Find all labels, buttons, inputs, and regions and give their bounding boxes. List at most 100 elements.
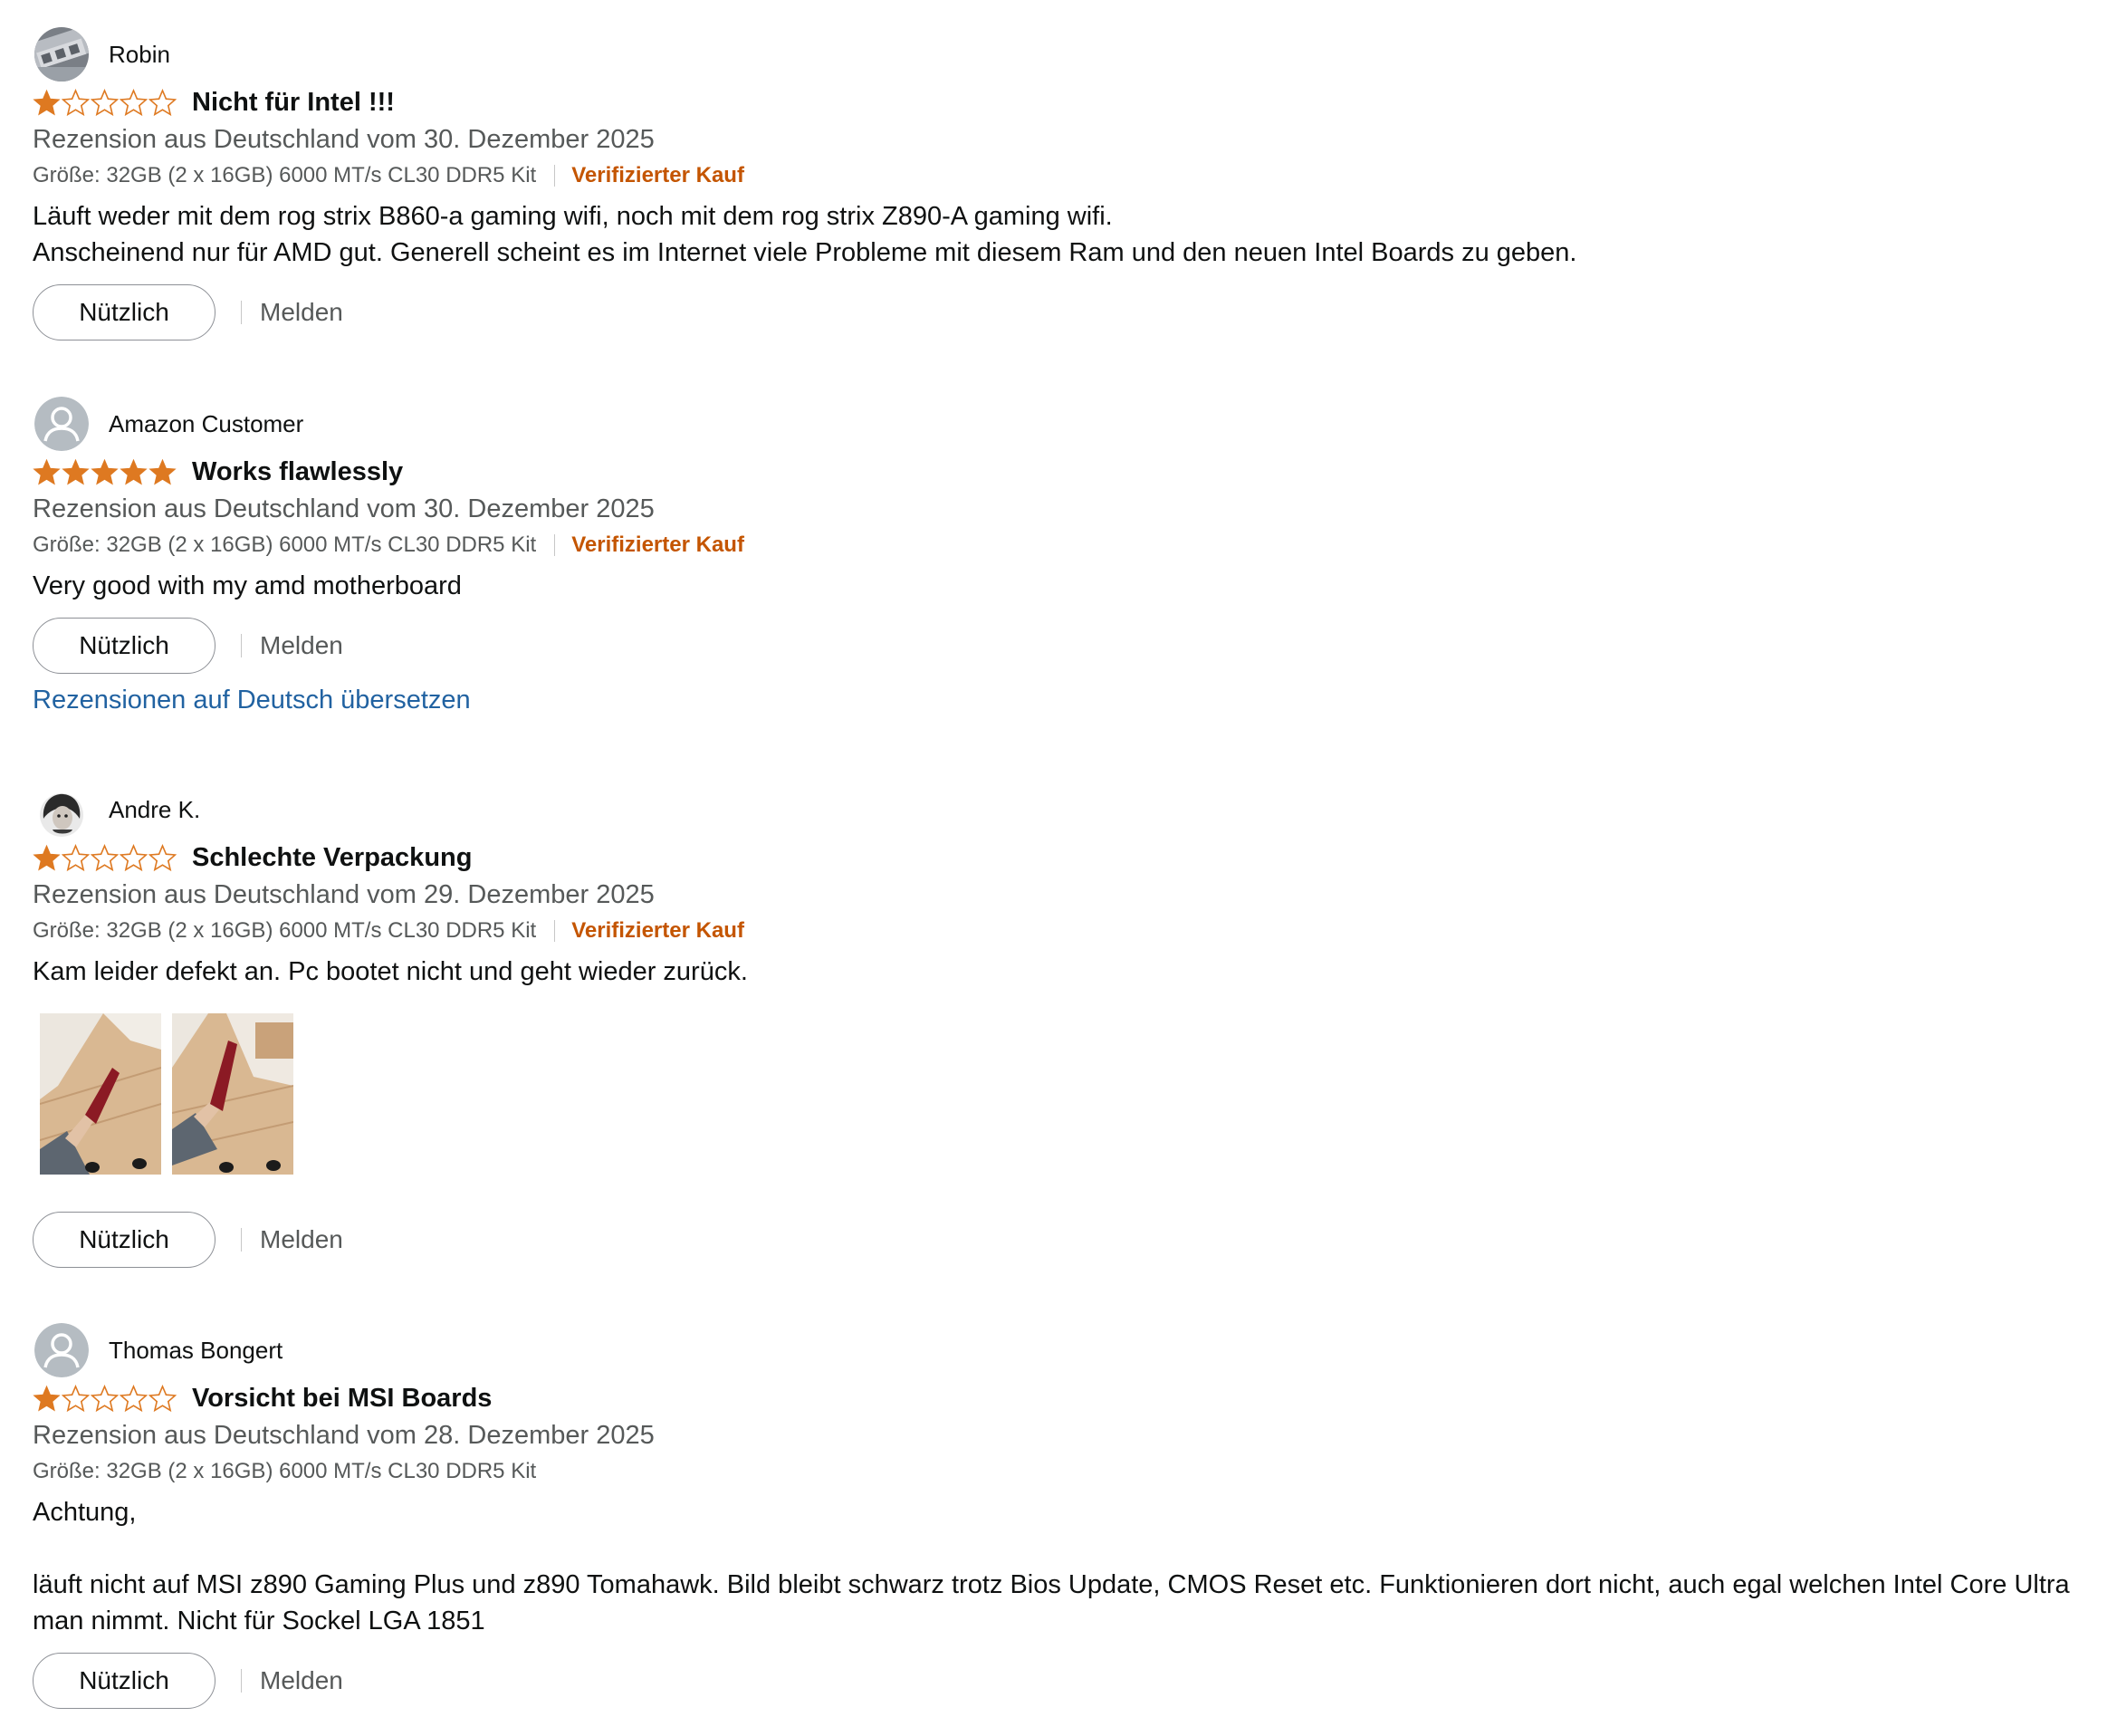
review-format-row: Größe: 32GB (2 x 16GB) 6000 MT/s CL30 DD…: [33, 528, 2088, 562]
star-empty-icon: [62, 1384, 90, 1412]
review-format-row: Größe: 32GB (2 x 16GB) 6000 MT/s CL30 DD…: [33, 158, 2088, 193]
default-user-icon: [34, 1323, 89, 1377]
star-filled-icon: [62, 458, 90, 484]
reviewer-profile[interactable]: Amazon Customer: [33, 395, 2088, 453]
review-title[interactable]: Vorsicht bei MSI Boards: [192, 1384, 492, 1414]
review-item: Amazon Customer Works flawlessly Rezensi…: [33, 395, 2088, 731]
product-format[interactable]: Größe: 32GB (2 x 16GB) 6000 MT/s CL30 DD…: [33, 918, 536, 944]
star-filled-icon: [148, 458, 177, 484]
star-filled-icon: [33, 458, 61, 484]
star-empty-icon: [120, 88, 148, 116]
review-title[interactable]: Works flawlessly: [192, 457, 403, 487]
product-format[interactable]: Größe: 32GB (2 x 16GB) 6000 MT/s CL30 DD…: [33, 1459, 536, 1484]
review-date: Rezension aus Deutschland vom 30. Dezemb…: [33, 125, 655, 154]
review-actions: Nützlich Melden: [33, 283, 2088, 341]
star-empty-icon: [120, 1384, 148, 1412]
report-link[interactable]: Melden: [260, 298, 343, 327]
avatar: [34, 27, 89, 82]
star-filled-icon: [120, 458, 148, 484]
helpful-button[interactable]: Nützlich: [33, 284, 215, 340]
star-rating[interactable]: [33, 458, 177, 486]
avatar: [34, 782, 89, 837]
verified-purchase-badge: Verifizierter Kauf: [571, 532, 744, 557]
review-title-row: Vorsicht bei MSI Boards: [33, 1380, 2088, 1416]
star-empty-icon: [148, 1384, 177, 1412]
review-body-line: Anscheinend nur für AMD gut. Generell sc…: [33, 238, 1577, 267]
divider: [554, 534, 556, 556]
reviewer-profile[interactable]: Thomas Bongert: [33, 1321, 2088, 1379]
review-title-row: Works flawlessly: [33, 454, 2088, 490]
report-link[interactable]: Melden: [260, 1666, 343, 1695]
star-rating[interactable]: [33, 843, 177, 872]
star-filled-icon: [33, 89, 61, 115]
verified-purchase-badge: Verifizierter Kauf: [571, 163, 744, 187]
reviewer-name: Thomas Bongert: [109, 1336, 283, 1364]
divider: [554, 920, 556, 942]
star-empty-icon: [62, 88, 90, 116]
star-rating[interactable]: [33, 1384, 177, 1413]
review-image-thumbnail[interactable]: [172, 1013, 293, 1175]
review-item: Robin Nicht für Intel !!! Rezension aus …: [33, 0, 2088, 367]
star-filled-icon: [33, 1385, 61, 1411]
star-empty-icon: [91, 88, 119, 116]
product-format[interactable]: Größe: 32GB (2 x 16GB) 6000 MT/s CL30 DD…: [33, 163, 536, 188]
divider: [241, 1228, 242, 1252]
avatar: [34, 1323, 89, 1377]
review-date: Rezension aus Deutschland vom 30. Dezemb…: [33, 494, 655, 523]
review-title-row: Schlechte Verpackung: [33, 839, 2088, 876]
review-body: Very good with my amd motherboard: [33, 568, 2088, 604]
review-body-line: Läuft weder mit dem rog strix B860-a gam…: [33, 202, 1113, 231]
review-actions: Nützlich Melden: [33, 617, 2088, 675]
star-empty-icon: [148, 88, 177, 116]
review-body: Kam leider defekt an. Pc bootet nicht un…: [33, 954, 2088, 990]
review-title[interactable]: Nicht für Intel !!!: [192, 88, 395, 118]
review-body-line: Kam leider defekt an. Pc bootet nicht un…: [33, 957, 748, 986]
divider: [554, 165, 556, 187]
review-body-line: Achtung,: [33, 1498, 137, 1527]
reviewer-name: Robin: [109, 40, 170, 68]
reviewer-profile[interactable]: Robin: [33, 25, 2088, 83]
star-empty-icon: [120, 843, 148, 871]
product-format[interactable]: Größe: 32GB (2 x 16GB) 6000 MT/s CL30 DD…: [33, 532, 536, 558]
report-link[interactable]: Melden: [260, 631, 343, 660]
review-body: Achtung, läuft nicht auf MSI z890 Gaming…: [33, 1494, 2088, 1639]
review-date: Rezension aus Deutschland vom 28. Dezemb…: [33, 1421, 655, 1450]
review-actions: Nützlich Melden: [33, 1211, 2088, 1269]
helpful-button[interactable]: Nützlich: [33, 1212, 215, 1268]
star-empty-icon: [148, 843, 177, 871]
review-actions: Nützlich Melden: [33, 1652, 2088, 1710]
reviews-list: Robin Nicht für Intel !!! Rezension aus …: [33, 0, 2088, 1709]
review-format-row: Größe: 32GB (2 x 16GB) 6000 MT/s CL30 DD…: [33, 914, 2088, 948]
avatar: [34, 397, 89, 451]
profile-photo-icon: [34, 782, 89, 837]
divider: [241, 634, 242, 657]
report-link[interactable]: Melden: [260, 1225, 343, 1254]
review-body: Läuft weder mit dem rog strix B860-a gam…: [33, 198, 2088, 271]
reviewer-name: Amazon Customer: [109, 409, 304, 437]
profile-photo-icon: [34, 27, 89, 82]
star-empty-icon: [91, 1384, 119, 1412]
divider: [241, 301, 242, 324]
review-body-line: Very good with my amd motherboard: [33, 571, 462, 600]
reviewer-profile[interactable]: Andre K.: [33, 781, 2088, 839]
review-image-thumbnail[interactable]: [40, 1013, 161, 1175]
verified-purchase-badge: Verifizierter Kauf: [571, 918, 744, 943]
star-filled-icon: [33, 844, 61, 870]
star-rating[interactable]: [33, 88, 177, 117]
star-empty-icon: [62, 843, 90, 871]
helpful-button[interactable]: Nützlich: [33, 1653, 215, 1709]
default-user-icon: [34, 397, 89, 451]
star-filled-icon: [91, 458, 119, 484]
translate-reviews-link[interactable]: Rezensionen auf Deutsch übersetzen: [33, 686, 471, 715]
review-item: Thomas Bongert Vorsicht bei MSI Boards R…: [33, 1321, 2088, 1710]
review-images: [40, 1013, 2088, 1175]
review-body-line: läuft nicht auf MSI z890 Gaming Plus und…: [33, 1570, 2070, 1635]
helpful-button[interactable]: Nützlich: [33, 618, 215, 674]
divider: [241, 1669, 242, 1693]
reviewer-name: Andre K.: [109, 795, 201, 823]
review-date: Rezension aus Deutschland vom 29. Dezemb…: [33, 880, 655, 909]
review-format-row: Größe: 32GB (2 x 16GB) 6000 MT/s CL30 DD…: [33, 1454, 2088, 1489]
review-item: Andre K. Schlechte Verpackung Rezension …: [33, 781, 2088, 1269]
review-title[interactable]: Schlechte Verpackung: [192, 843, 472, 873]
